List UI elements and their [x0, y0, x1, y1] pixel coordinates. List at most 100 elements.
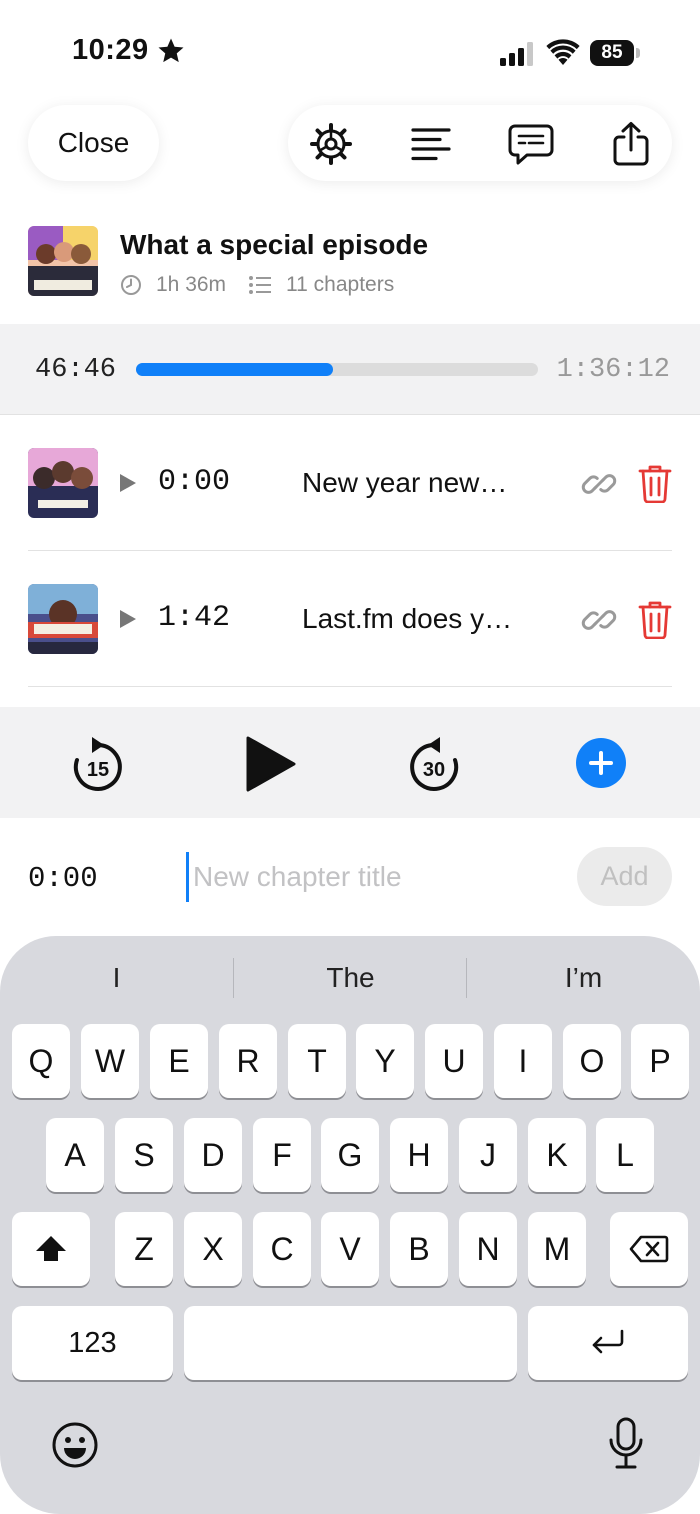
key[interactable]: K	[528, 1118, 586, 1192]
key[interactable]: L	[596, 1118, 654, 1192]
backspace-icon	[629, 1235, 669, 1263]
key[interactable]: R	[219, 1024, 277, 1098]
playback-progress: 46:46 1:36:12	[0, 324, 700, 415]
skip-back-button[interactable]: 15	[70, 735, 126, 793]
plus-circle-icon	[576, 738, 626, 788]
progress-slider[interactable]	[136, 363, 538, 376]
key[interactable]: U	[425, 1024, 483, 1098]
play-button[interactable]	[242, 735, 298, 793]
cellular-signal-icon	[500, 42, 533, 66]
toolbar	[288, 105, 672, 181]
key[interactable]: F	[253, 1118, 311, 1192]
list-icon	[249, 276, 272, 294]
link-icon[interactable]	[580, 465, 618, 503]
key[interactable]: V	[321, 1212, 379, 1286]
episode-title: What a special episode	[120, 229, 429, 260]
skip-forward-button[interactable]: 30	[406, 735, 462, 793]
star-icon	[158, 38, 184, 63]
chapter-row[interactable]: 0:00 New year new…	[0, 415, 700, 551]
clock-icon	[121, 275, 141, 295]
episode-artwork	[28, 226, 98, 296]
key[interactable]: M	[528, 1212, 586, 1286]
progress-fill	[136, 363, 333, 376]
key[interactable]: H	[390, 1118, 448, 1192]
lines-icon	[411, 128, 451, 161]
delete-key[interactable]	[610, 1212, 688, 1286]
return-key[interactable]	[528, 1306, 688, 1380]
key[interactable]: I	[494, 1024, 552, 1098]
chapter-title[interactable]: Last.fm does y…	[302, 603, 512, 635]
return-icon	[592, 1329, 624, 1354]
key[interactable]: N	[459, 1212, 517, 1286]
trash-icon[interactable]	[638, 463, 672, 503]
chapter-title-input[interactable]	[186, 852, 556, 902]
key[interactable]: B	[390, 1212, 448, 1286]
skip-forward-icon: 30	[410, 737, 459, 791]
suggestion-item[interactable]: I	[0, 956, 233, 1000]
chapters-list-button[interactable]	[408, 121, 454, 167]
episode-duration: 1h 36m	[156, 273, 227, 296]
shift-icon	[36, 1236, 66, 1261]
play-icon	[246, 736, 296, 792]
key[interactable]: C	[253, 1212, 311, 1286]
keyboard: I The I’m Q W E R T Y U I O P A S D F G …	[0, 936, 700, 1514]
link-icon[interactable]	[580, 601, 618, 639]
microphone-icon	[609, 1417, 643, 1469]
episode-meta: 1h 36m 11 chapters	[120, 272, 394, 298]
key[interactable]: P	[631, 1024, 689, 1098]
gear-icon	[310, 123, 352, 165]
suggestion-item[interactable]: The	[234, 956, 467, 1000]
key[interactable]: X	[184, 1212, 242, 1286]
dictation-button[interactable]	[606, 1416, 646, 1472]
cozy-zone-artwork	[28, 448, 98, 518]
emoji-button[interactable]	[50, 1420, 100, 1470]
play-chapter-icon[interactable]	[118, 472, 138, 494]
add-chapter-button[interactable]	[576, 738, 626, 788]
share-button[interactable]	[608, 121, 654, 167]
remaining-time: 1:36:12	[556, 355, 670, 385]
new-chapter-time[interactable]: 0:00	[28, 862, 98, 895]
key[interactable]: Y	[356, 1024, 414, 1098]
key[interactable]: S	[115, 1118, 173, 1192]
key[interactable]: Z	[115, 1212, 173, 1286]
space-key[interactable]	[184, 1306, 517, 1380]
add-button[interactable]: Add	[577, 847, 672, 906]
chapter-time[interactable]: 0:00	[158, 465, 230, 499]
shift-key[interactable]	[12, 1212, 90, 1286]
transport-controls: 15 30	[0, 707, 700, 818]
chapter-row[interactable]: 1:42 Last.fm does y…	[0, 551, 700, 687]
chapter-title[interactable]: New year new…	[302, 467, 507, 499]
skip-forward-seconds: 30	[423, 759, 445, 781]
chapter-time[interactable]: 1:42	[158, 601, 230, 635]
key[interactable]: Q	[12, 1024, 70, 1098]
skip-back-icon: 15	[73, 737, 122, 791]
key[interactable]: W	[81, 1024, 139, 1098]
status-time: 10:29	[72, 34, 149, 66]
episode-chapters-count: 11 chapters	[286, 273, 395, 296]
suggestion-item[interactable]: I’m	[467, 956, 700, 1000]
play-chapter-icon[interactable]	[118, 608, 138, 630]
close-button[interactable]: Close	[28, 105, 159, 181]
key[interactable]: G	[321, 1118, 379, 1192]
suggestion-bar: I The I’m	[0, 956, 700, 1000]
battery-level: 85	[590, 40, 634, 66]
share-icon	[613, 122, 649, 166]
numbers-key[interactable]: 123	[12, 1306, 173, 1380]
key[interactable]: E	[150, 1024, 208, 1098]
wifi-icon	[546, 39, 580, 65]
trash-icon[interactable]	[638, 599, 672, 639]
key[interactable]: A	[46, 1118, 104, 1192]
key[interactable]: T	[288, 1024, 346, 1098]
emoji-icon	[52, 1422, 98, 1468]
status-bar: 10:29 85	[0, 0, 700, 100]
key[interactable]: J	[459, 1118, 517, 1192]
skip-back-seconds: 15	[87, 759, 109, 781]
key[interactable]: O	[563, 1024, 621, 1098]
transcript-icon	[508, 124, 554, 165]
settings-button[interactable]	[308, 121, 354, 167]
elapsed-time: 46:46	[35, 355, 117, 385]
comfort-zone-artwork	[28, 584, 98, 654]
key[interactable]: D	[184, 1118, 242, 1192]
battery-indicator: 85	[590, 40, 640, 66]
transcript-button[interactable]	[508, 121, 554, 167]
